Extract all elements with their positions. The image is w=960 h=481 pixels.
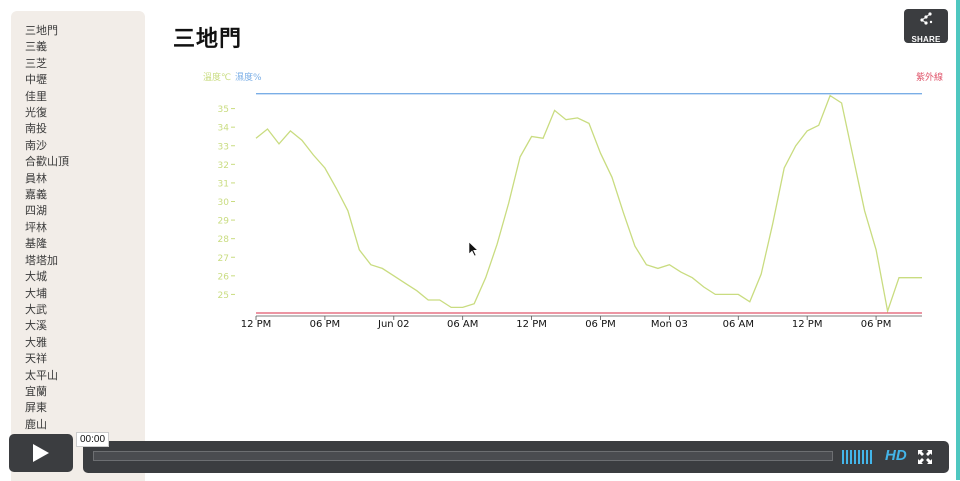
x-tick-label: 06 AM — [723, 319, 754, 330]
x-tick-label: 06 AM — [447, 319, 478, 330]
volume-control[interactable] — [842, 450, 876, 464]
play-button[interactable] — [9, 434, 73, 472]
time-tooltip: 00:00 — [76, 432, 110, 447]
mouse-cursor-icon — [468, 241, 479, 257]
x-tick-label: 12 PM — [792, 319, 823, 330]
x-tick-label: 12 PM — [241, 319, 272, 330]
play-icon — [33, 444, 49, 462]
fullscreen-icon[interactable] — [917, 449, 933, 465]
x-tick-label: Mon 03 — [651, 319, 688, 330]
y-tick-label: 33 — [218, 142, 229, 152]
legend-temperature: 溫度℃ — [203, 71, 231, 83]
x-tick-label: 06 PM — [585, 319, 616, 330]
hd-toggle[interactable]: HD — [885, 447, 907, 464]
y-tick-label: 31 — [218, 179, 229, 189]
temperature-line — [255, 94, 922, 314]
y-tick-label: 30 — [218, 198, 230, 208]
y-tick-label: 29 — [218, 217, 230, 227]
legend-humidity: 濕度% — [235, 71, 262, 83]
legend-uv: 紫外線 — [916, 71, 943, 83]
progress-bar[interactable] — [93, 451, 833, 461]
y-tick-label: 35 — [218, 105, 229, 115]
x-tick-label: 06 PM — [861, 319, 892, 330]
x-tick-label: Jun 02 — [377, 319, 410, 330]
x-tick-label: 06 PM — [310, 319, 341, 330]
y-tick-label: 28 — [218, 235, 230, 245]
y-tick-label: 27 — [218, 254, 229, 264]
y-tick-label: 34 — [218, 124, 230, 134]
player-control-bar: HD — [83, 441, 949, 473]
y-tick-label: 32 — [218, 161, 229, 171]
y-tick-label: 26 — [218, 272, 230, 282]
y-tick-label: 25 — [218, 291, 229, 301]
weather-line-chart: 溫度℃ 濕度% 紫外線 25 26 27 28 29 30 31 32 33 34 35 12 PM 06 P… — [203, 71, 943, 330]
x-tick-label: 12 PM — [516, 319, 547, 330]
